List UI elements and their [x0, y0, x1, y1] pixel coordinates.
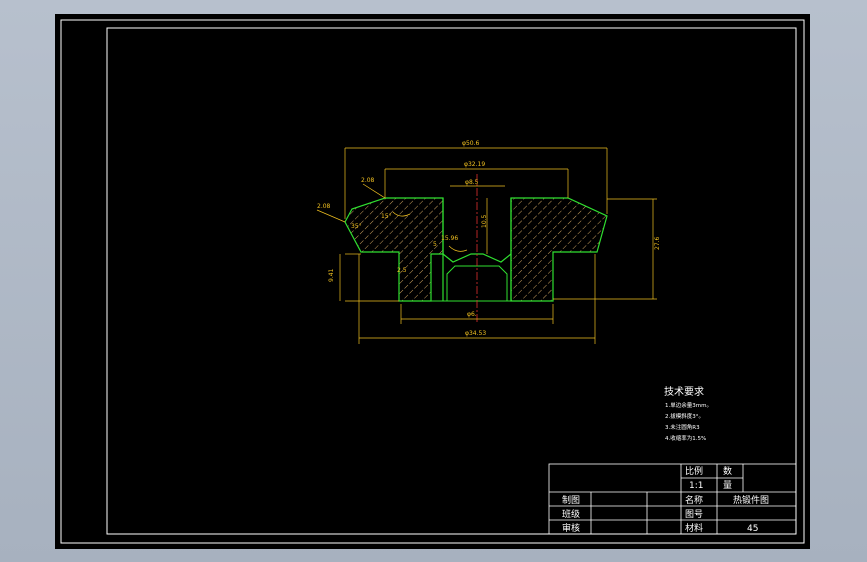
class-label: 班级 — [562, 508, 580, 520]
count-label: 数 — [723, 465, 732, 477]
material-label: 材料 — [685, 522, 703, 534]
dim-small-2: 5 — [433, 241, 437, 248]
dim-outer-diameter: φ50.6 — [462, 140, 480, 147]
tech-notes-title: 技术要求 — [664, 385, 704, 398]
tech-note-3: 3.未注圆角R3 — [665, 423, 700, 431]
tech-note-1: 1.单边余量3mm。 — [665, 401, 712, 409]
dim-angle-1: 15° — [381, 213, 392, 220]
dim-total-height: 27.6 — [654, 236, 661, 250]
name-value: 热锻件图 — [733, 494, 769, 506]
inner-frame — [106, 27, 797, 535]
outer-frame — [60, 19, 805, 544]
material-value: 45 — [747, 524, 758, 534]
dim-small-3: 2.5 — [397, 267, 407, 274]
tech-notes: 技术要求 1.单边余量3mm。 2.拔模斜度3°。 3.未注圆角R3 4.收缩率… — [664, 385, 712, 442]
tech-note-4: 4.收缩率为1.5% — [665, 434, 706, 442]
dim-bore-diameter: φ8.5 — [465, 179, 479, 186]
drawing-no-label: 图号 — [685, 509, 703, 520]
left-section — [344, 197, 444, 302]
dim-chamfer-1: 2.08 — [317, 203, 331, 210]
dim-mid-diameter: φ32.19 — [464, 161, 485, 168]
dim-small-1: 15.96 — [441, 235, 458, 242]
dim-angle-2: 35° — [351, 223, 362, 230]
dim-base-diameter: φ34.53 — [465, 330, 486, 337]
check-label: 审核 — [562, 522, 580, 534]
cad-drawing: φ50.6 φ32.19 φ8.5 φ6. φ34.53 2.08 2.08 2… — [60, 19, 805, 544]
count-label-2: 量 — [723, 480, 732, 491]
dim-inner-diameter: φ6. — [467, 311, 477, 318]
scale-label: 比例 — [685, 465, 703, 477]
dim-step-height: 9.41 — [328, 268, 335, 282]
name-label: 名称 — [685, 494, 703, 506]
dim-chamfer-2: 2.08 — [361, 177, 375, 184]
scale-value: 1:1 — [689, 481, 703, 491]
dim-bore-height: 10.5 — [481, 214, 488, 228]
made-by-label: 制图 — [562, 494, 580, 506]
drawing-viewport[interactable]: φ50.6 φ32.19 φ8.5 φ6. φ34.53 2.08 2.08 2… — [55, 14, 810, 549]
tech-note-2: 2.拔模斜度3°。 — [665, 412, 704, 420]
right-section — [510, 197, 608, 302]
